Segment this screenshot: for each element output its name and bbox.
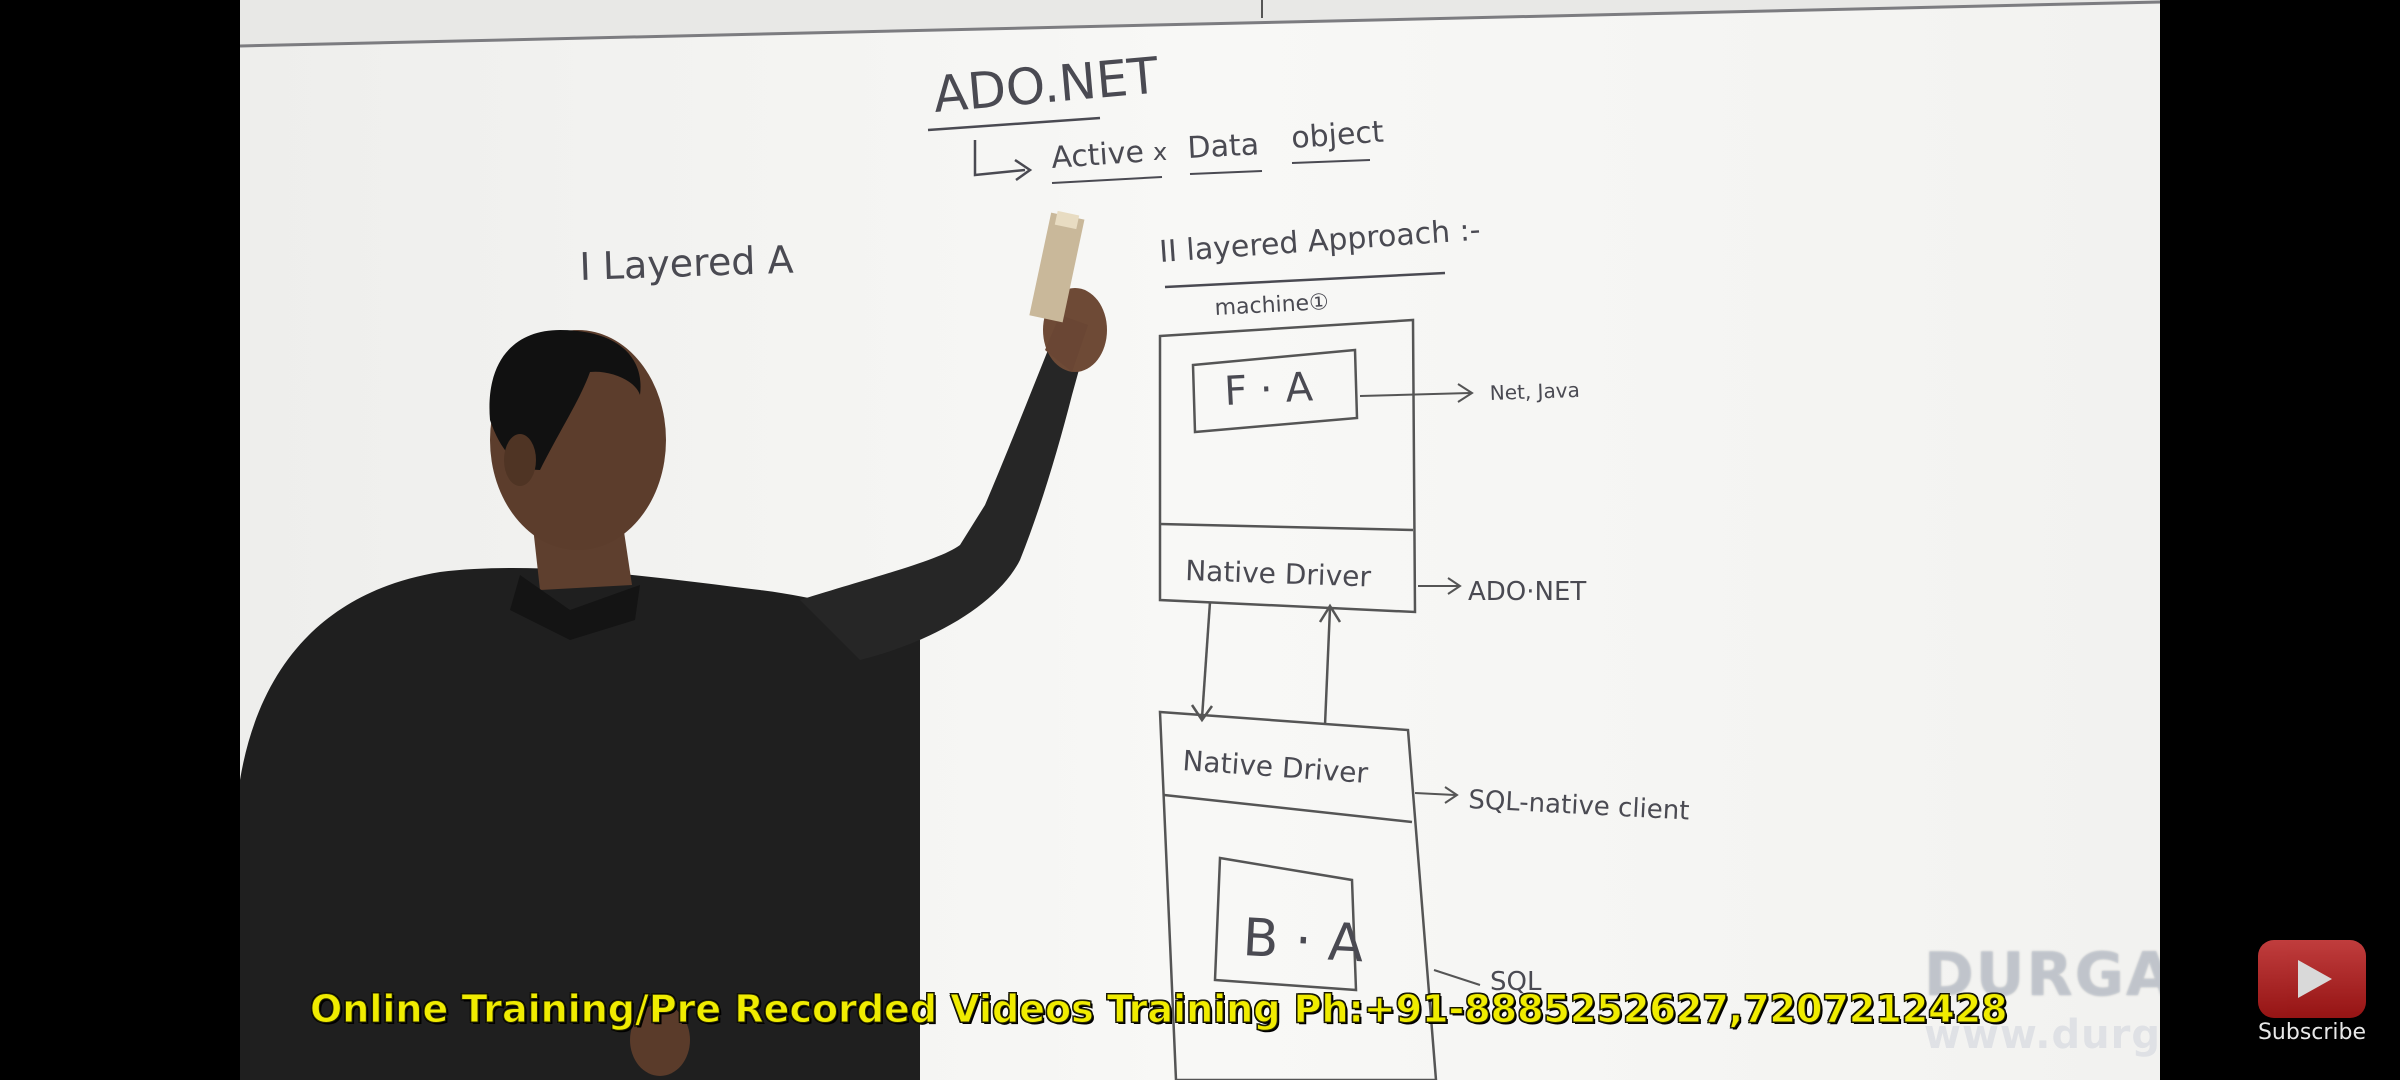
subtitle-object: object xyxy=(1290,115,1385,156)
section-one-heading: I Layered A xyxy=(579,238,794,289)
whiteboard-scene: ADO.NET Active x Data object I Layered A… xyxy=(240,0,2160,1080)
subtitle-active: Active xyxy=(1050,135,1145,176)
video-player[interactable]: ADO.NET Active x Data object I Layered A… xyxy=(0,0,2400,1080)
native-driver-top-note: ADO·NET xyxy=(1468,577,1586,607)
subtitle-data: Data xyxy=(1187,127,1260,166)
play-icon xyxy=(2298,960,2332,998)
fa-label: F · A xyxy=(1223,364,1314,415)
ticker-banner: Online Training/Pre Recorded Videos Trai… xyxy=(310,987,2008,1032)
subscribe-badge xyxy=(2258,940,2366,1018)
fa-note: Net, Java xyxy=(1489,378,1580,405)
subscribe-button[interactable]: Subscribe xyxy=(2258,940,2366,1050)
native-driver-top-label: Native Driver xyxy=(1185,554,1372,593)
ba-label: B · A xyxy=(1241,908,1365,974)
video-frame[interactable]: ADO.NET Active x Data object I Layered A… xyxy=(240,0,2160,1080)
subscribe-label: Subscribe xyxy=(2257,1020,2367,1045)
subtitle-x: x xyxy=(1153,138,1167,166)
